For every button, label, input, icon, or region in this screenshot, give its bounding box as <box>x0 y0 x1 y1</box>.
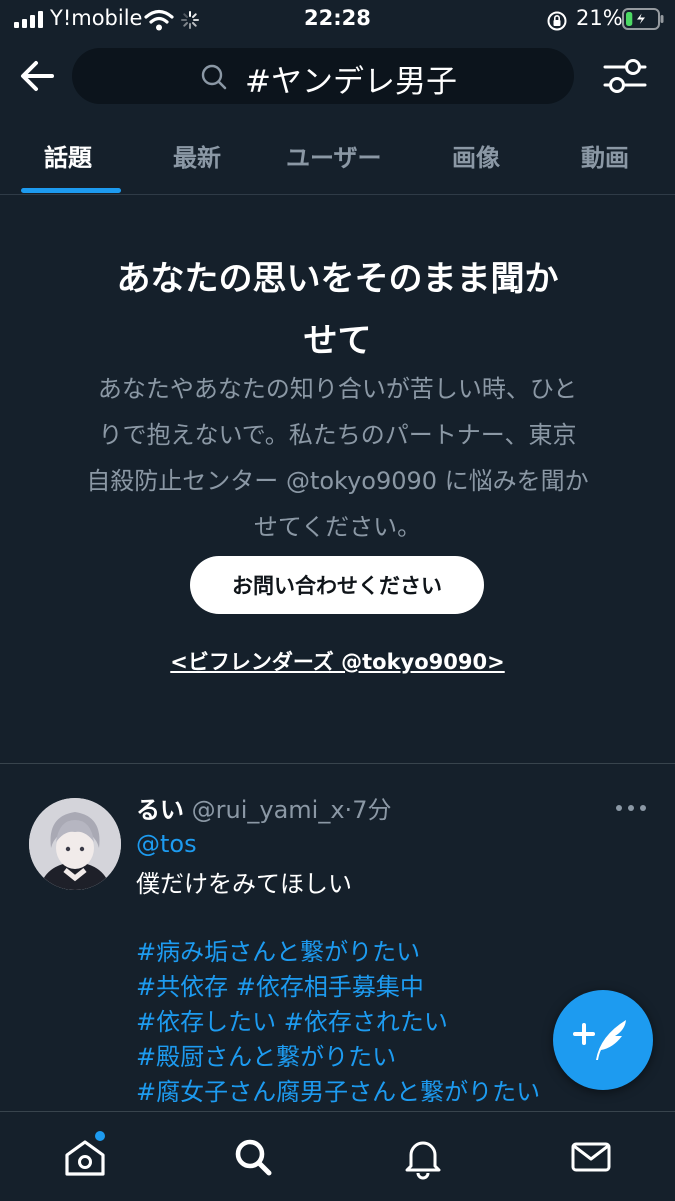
contact-button[interactable]: お問い合わせください <box>190 556 484 614</box>
tweet-text: 僕だけをみてほしい <box>136 870 352 898</box>
compose-tweet-icon <box>573 1020 626 1060</box>
tab-latest[interactable]: 最新 <box>173 138 221 173</box>
befrienders-link[interactable]: <ビフレンダーズ @tokyo9090> <box>80 646 595 676</box>
more-options-button[interactable] <box>614 800 648 816</box>
hashtag-line[interactable]: #殿厨さんと繋がりたい <box>136 1037 396 1072</box>
bottom-nav <box>0 1111 675 1201</box>
nav-messages[interactable] <box>568 1134 614 1180</box>
tweet-mention[interactable]: @tos <box>136 830 197 858</box>
notification-dot <box>95 1131 105 1141</box>
tab-people[interactable]: ユーザー <box>286 138 382 173</box>
hashtag-line[interactable]: #腐女子さん腐男子さんと繋がりたい <box>136 1072 540 1107</box>
compose-tweet-button[interactable] <box>553 990 653 1090</box>
search-query-text: #ヤンデレ男子 <box>245 64 457 100</box>
battery-charging-icon <box>622 8 664 30</box>
tweet-author-handle[interactable]: @rui_yami_x <box>192 796 345 824</box>
banner-title: あなたの思いをそのまま聞か せて <box>116 259 559 361</box>
carrier-name: Y!mobile <box>50 6 143 30</box>
banner-body: あなたやあなたの知り合いが苦しい時、ひと りで抱えないで。私たちのパートナー、東… <box>86 375 589 541</box>
battery-percent: 21% <box>576 6 623 30</box>
section-divider <box>0 763 675 764</box>
clock: 22:28 <box>304 6 371 30</box>
tab-top[interactable]: 話題 <box>44 138 92 173</box>
nav-notifications[interactable] <box>400 1134 446 1180</box>
nav-search[interactable] <box>230 1134 276 1180</box>
sliders-icon <box>603 59 647 93</box>
back-button[interactable] <box>16 56 60 96</box>
signal-icon <box>14 11 44 28</box>
wifi-icon <box>144 9 174 31</box>
status-bar: Y!mobile 22:28 21% <box>0 0 675 40</box>
tab-photos[interactable]: 画像 <box>452 138 500 173</box>
hashtag-line[interactable]: #共依存 #依存相手募集中 <box>136 967 424 1002</box>
tweet-timestamp[interactable]: 7分 <box>352 796 391 824</box>
more-horizontal-icon <box>616 805 622 811</box>
tweet-header: るい @rui_yami_x·7分 <box>136 790 391 825</box>
search-input[interactable]: #ヤンデレ男子 <box>72 48 574 104</box>
nav-home[interactable] <box>62 1131 108 1180</box>
bell-icon <box>405 1141 441 1180</box>
hashtag-line[interactable]: #病み垢さんと繋がりたい <box>136 932 420 967</box>
arrow-left-icon <box>21 61 54 91</box>
hashtag-line[interactable]: #依存したい #依存されたい <box>136 1002 448 1037</box>
search-icon <box>201 64 227 90</box>
active-tab-indicator <box>21 188 121 193</box>
search-filter-button[interactable] <box>602 56 648 96</box>
avatar-illustration <box>29 798 121 890</box>
tab-divider <box>0 194 675 195</box>
rotation-lock-icon <box>547 11 567 31</box>
avatar[interactable] <box>29 798 121 890</box>
tab-videos[interactable]: 動画 <box>581 138 629 173</box>
search-icon <box>235 1139 272 1176</box>
home-icon <box>65 1140 105 1176</box>
tweet-author-name[interactable]: るい <box>136 796 184 824</box>
loading-spinner-icon <box>181 11 199 29</box>
mail-icon <box>571 1142 611 1172</box>
